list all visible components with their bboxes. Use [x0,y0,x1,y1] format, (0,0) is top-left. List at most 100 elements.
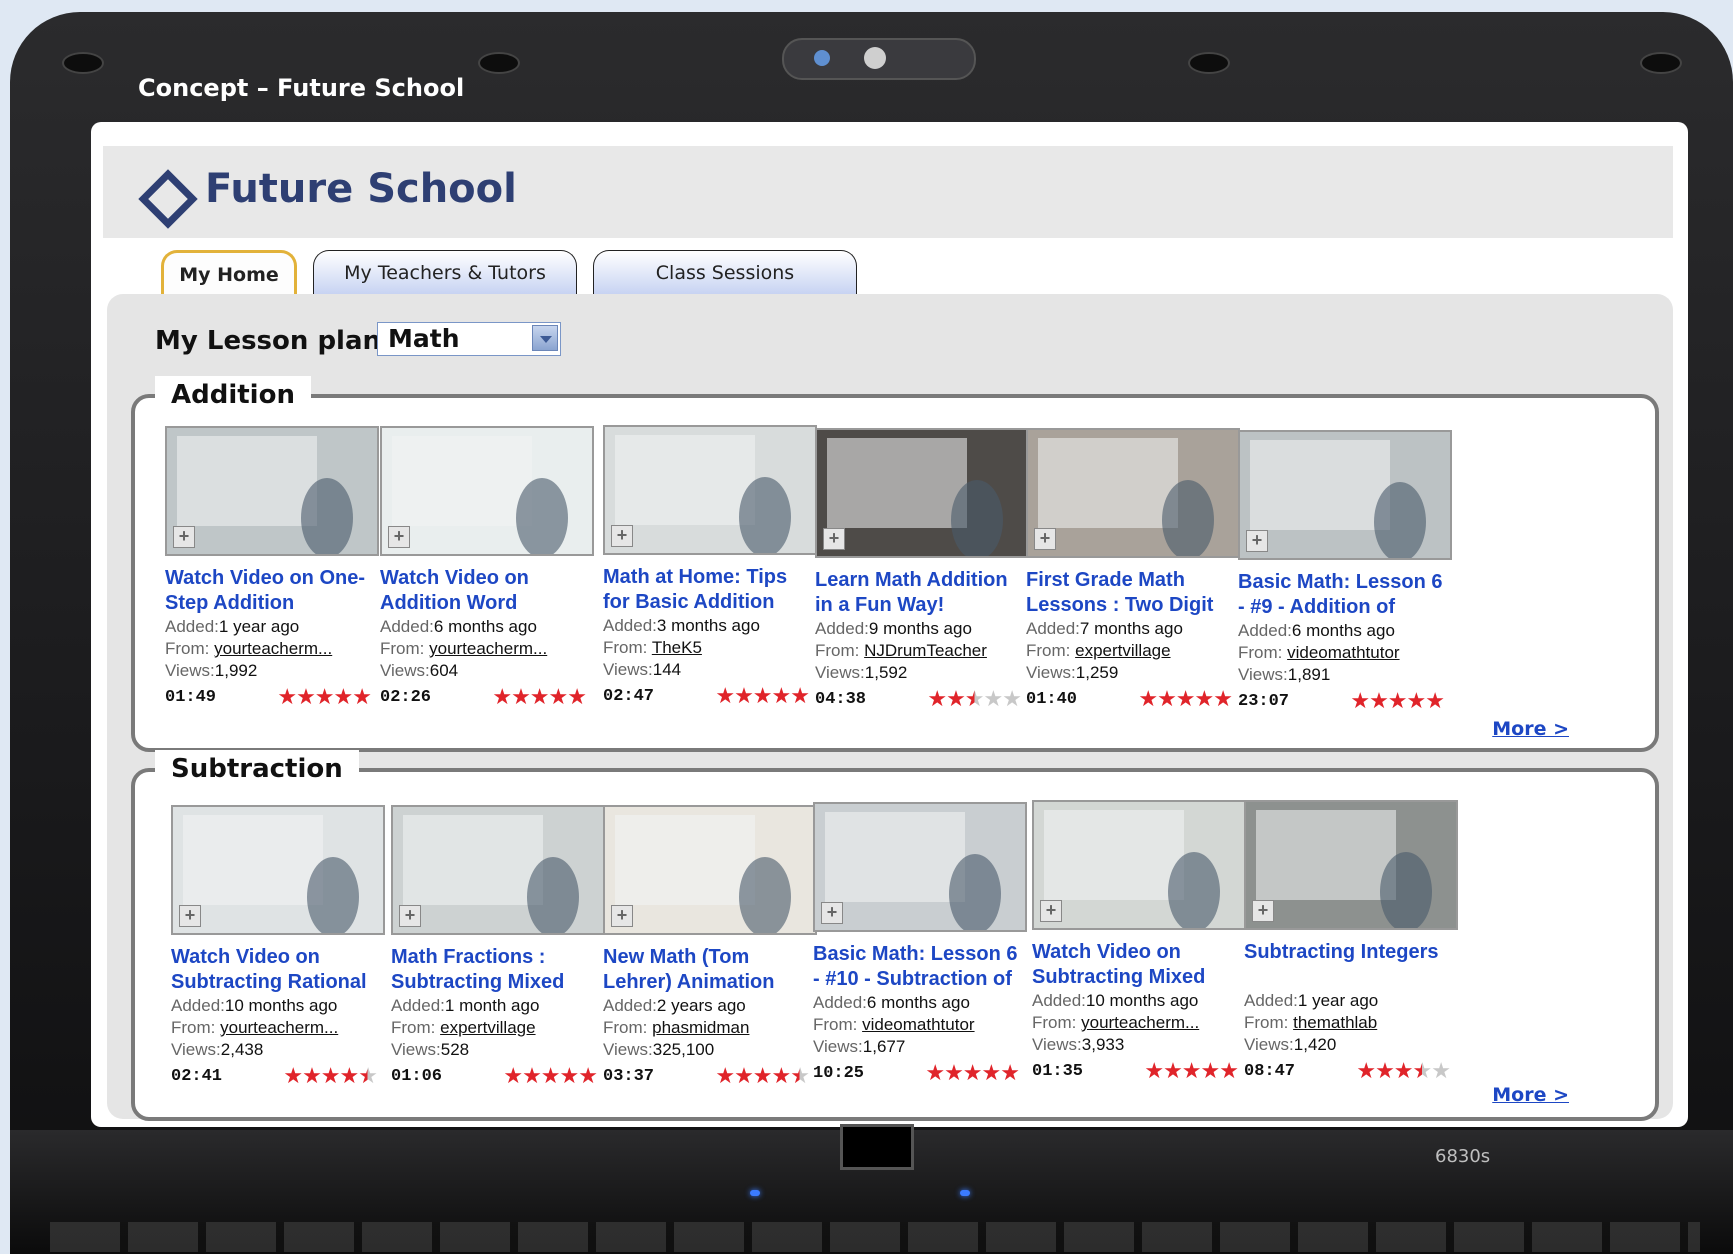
video-card: + New Math (Tom Lehrer) Animation Added:2 … [603,805,817,1089]
home-panel: My Lesson plan Math Addition More > + Wat… [107,294,1673,1121]
thumbnail-illustration [403,815,579,933]
channel-link[interactable]: TheK5 [652,638,702,657]
video-footer: 01:35 ★★★★★ [1032,1058,1239,1084]
channel-link[interactable]: yourteacherm... [214,639,332,658]
video-from: From: themathlab [1244,1012,1458,1034]
video-title-link[interactable]: Math Fractions : Subtracting Mixed [391,945,605,995]
star-icon: ★ [1356,1058,1376,1083]
tab-my-home[interactable]: My Home [161,250,297,297]
video-title-link[interactable]: Math at Home: Tips for Basic Addition [603,565,817,615]
star-icon: ★ [1406,688,1427,713]
plus-icon[interactable]: + [1246,530,1268,552]
more-link[interactable]: More > [1492,718,1569,740]
video-views: Views:528 [391,1039,605,1061]
video-title-link[interactable]: Basic Math: Lesson 6 - #9 - Addition of [1238,570,1452,620]
star-icon: ★ [790,1063,810,1088]
star-icon: ★ [1412,1058,1433,1083]
bezel-hinge [62,52,104,74]
video-duration: 01:49 [165,687,217,707]
meta-value: 3,933 [1081,1035,1125,1054]
thumbnail-illustration [1250,440,1426,558]
channel-link[interactable]: yourteacherm... [429,639,547,658]
video-footer: 02:41 ★★★★★ [171,1063,378,1089]
meta-label: From: [1244,1013,1294,1032]
app-header: Future School [103,146,1673,238]
video-thumbnail[interactable]: + [1244,800,1458,930]
tab-my-teachers-tutors[interactable]: My Teachers & Tutors [313,250,577,295]
video-title-link[interactable]: Subtracting Integers [1244,940,1458,990]
more-link[interactable]: More > [1492,1084,1569,1106]
video-duration: 04:38 [815,689,867,709]
channel-link[interactable]: yourteacherm... [220,1018,338,1037]
plus-icon[interactable]: + [1034,528,1056,550]
video-added: Added:3 months ago [603,615,817,637]
bezel-hinge [1640,52,1682,74]
video-thumbnail[interactable]: + [165,426,379,556]
video-duration: 23:07 [1238,691,1290,711]
video-from: From: expertvillage [1026,640,1240,662]
video-added: Added:9 months ago [815,618,1029,640]
video-thumbnail[interactable]: + [171,805,385,935]
meta-label: Added: [1244,991,1298,1010]
plus-icon[interactable]: + [611,905,633,927]
video-thumbnail[interactable]: + [1238,430,1452,560]
video-thumbnail[interactable]: + [380,426,594,556]
star-icon: ★ [333,684,354,709]
video-card: + Subtracting Integers Added:1 year ago Fro… [1244,800,1458,1084]
plus-icon[interactable]: + [1040,900,1062,922]
video-thumbnail[interactable]: + [603,805,817,935]
channel-link[interactable]: videomathtutor [862,1015,974,1034]
channel-link[interactable]: expertvillage [440,1018,535,1037]
chevron-down-icon[interactable] [532,325,558,351]
meta-value: 604 [429,661,459,680]
star-icon: ★ [1350,688,1370,713]
video-title-link[interactable]: Watch Video on Subtracting Mixed [1032,940,1246,990]
channel-link[interactable]: videomathtutor [1287,643,1399,662]
meta-value: 528 [440,1040,470,1059]
video-title-link[interactable]: Watch Video on Addition Word [380,566,594,616]
plus-icon[interactable]: + [173,526,195,548]
plus-icon[interactable]: + [399,905,421,927]
meta-label: Views: [380,661,430,680]
star-icon: ★ [715,1063,735,1088]
star-icon: ★ [1200,1058,1221,1083]
meta-label: Views: [1238,665,1288,684]
video-thumbnail[interactable]: + [1032,800,1246,930]
video-added: Added:6 months ago [380,616,594,638]
video-title-link[interactable]: First Grade Math Lessons : Two Digit [1026,568,1240,618]
video-title-link[interactable]: Learn Math Addition in a Fun Way! [815,568,1029,618]
video-views: Views:1,420 [1244,1034,1458,1056]
plus-icon[interactable]: + [611,525,633,547]
meta-value: 2,438 [220,1040,264,1059]
tab-class-sessions[interactable]: Class Sessions [593,250,857,295]
plus-icon[interactable]: + [179,905,201,927]
channel-link[interactable]: expertvillage [1075,641,1170,660]
video-thumbnail[interactable]: + [391,805,605,935]
plus-icon[interactable]: + [821,902,843,924]
plus-icon[interactable]: + [823,528,845,550]
status-led-icon [960,1190,970,1196]
video-thumbnail[interactable]: + [1026,428,1240,558]
video-duration: 01:40 [1026,689,1078,709]
video-thumbnail[interactable]: + [815,428,1029,558]
video-title-link[interactable]: Watch Video on Subtracting Rational [171,945,385,995]
star-icon: ★ [1157,686,1177,711]
video-title-link[interactable]: New Math (Tom Lehrer) Animation [603,945,817,995]
video-thumbnail[interactable]: + [813,802,1027,932]
channel-link[interactable]: themathlab [1293,1013,1377,1032]
meta-label: Views: [603,660,653,679]
video-footer: 08:47 ★★★★★ [1244,1058,1451,1084]
video-from: From: expertvillage [391,1017,605,1039]
video-title-link[interactable]: Basic Math: Lesson 6 - #10 - Subtraction… [813,942,1027,992]
plus-icon[interactable]: + [1252,900,1274,922]
plus-icon[interactable]: + [388,526,410,548]
channel-link[interactable]: NJDrumTeacher [864,641,987,660]
video-duration: 08:47 [1244,1061,1296,1081]
subject-select[interactable]: Math [377,322,561,356]
video-duration: 03:37 [603,1066,655,1086]
video-thumbnail[interactable]: + [603,425,817,555]
video-title-link[interactable]: Watch Video on One-Step Addition [165,566,379,616]
star-icon: ★ [927,686,947,711]
channel-link[interactable]: phasmidman [652,1018,749,1037]
channel-link[interactable]: yourteacherm... [1081,1013,1199,1032]
